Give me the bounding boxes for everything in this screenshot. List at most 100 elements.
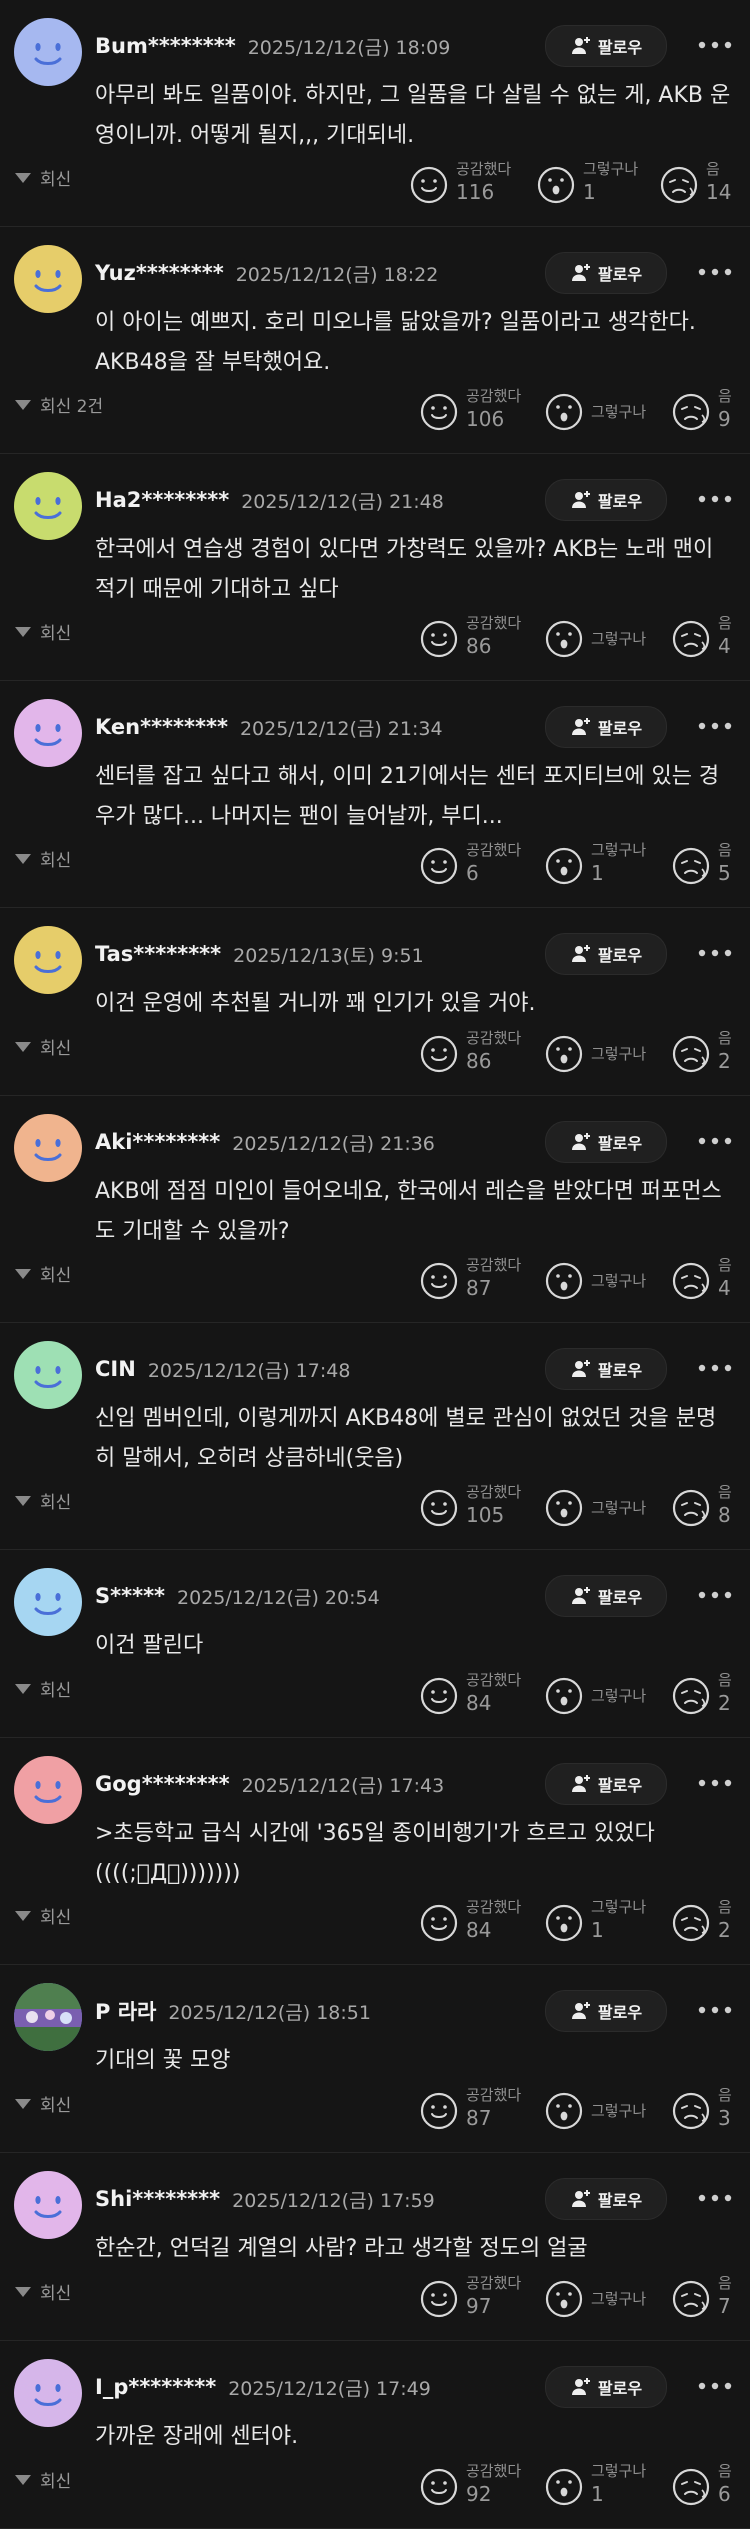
reaction-label: 공감했다	[466, 841, 522, 859]
username[interactable]: Yuz********	[95, 261, 224, 285]
avatar[interactable]	[14, 1756, 82, 1824]
avatar[interactable]	[14, 1114, 82, 1182]
avatar[interactable]	[14, 2171, 82, 2239]
comment-text: 기대의 꽃 모양	[95, 2048, 231, 2073]
follow-button[interactable]: 팔로우	[545, 2366, 667, 2408]
more-options-button[interactable]	[694, 1768, 736, 1798]
reaction-button[interactable]: 그렇구나 1	[537, 158, 638, 210]
avatar[interactable]	[14, 1341, 82, 1409]
username[interactable]: P 라라	[95, 1996, 156, 2026]
follow-button[interactable]: 팔로우	[545, 933, 667, 975]
reaction-button[interactable]: 음2	[672, 1027, 750, 1079]
reaction-button[interactable]: 공감했다 87	[420, 2084, 521, 2136]
reaction-button[interactable]: 공감했다 87	[420, 1254, 521, 1306]
more-options-button[interactable]	[694, 2183, 736, 2213]
avatar[interactable]	[14, 245, 82, 313]
username[interactable]: S*****	[95, 1584, 165, 1608]
follow-button[interactable]: 팔로우	[545, 1348, 667, 1390]
username[interactable]: Gog********	[95, 1772, 230, 1796]
avatar[interactable]	[14, 1568, 82, 1636]
reaction-button[interactable]: 공감했다 84	[420, 1669, 521, 1721]
follow-button[interactable]: 팔로우	[545, 706, 667, 748]
username[interactable]: Tas********	[95, 942, 221, 966]
username[interactable]: CIN	[95, 1357, 136, 1381]
username[interactable]: Bum********	[95, 34, 236, 58]
reaction-button[interactable]: 음9	[672, 385, 750, 437]
more-options-button[interactable]	[694, 1995, 736, 2025]
reaction-button[interactable]: 음5	[672, 839, 750, 891]
reaction-button[interactable]: 음8	[672, 1481, 750, 1533]
username[interactable]: I_p********	[95, 2375, 216, 2399]
reaction-button[interactable]: 그렇구나	[545, 1254, 646, 1306]
reaction-button[interactable]: 그렇구나	[545, 1481, 646, 1533]
follow-button[interactable]: 팔로우	[545, 1990, 667, 2032]
reply-toggle[interactable]: 회신	[14, 2279, 71, 2304]
reaction-button[interactable]: 공감했다 116	[410, 158, 511, 210]
avatar[interactable]	[14, 1983, 82, 2051]
reply-toggle[interactable]: 회신	[14, 619, 71, 644]
reaction-button[interactable]: 그렇구나	[545, 1669, 646, 1721]
reaction-button[interactable]: 그렇구나	[545, 1027, 646, 1079]
reaction-button[interactable]: 그렇구나	[545, 2084, 646, 2136]
avatar[interactable]	[14, 472, 82, 540]
reaction-button[interactable]: 공감했다 84	[420, 1896, 521, 1948]
follow-button[interactable]: 팔로우	[545, 2178, 667, 2220]
username[interactable]: Aki********	[95, 1130, 220, 1154]
reaction-button[interactable]: 음3	[672, 2084, 750, 2136]
reply-toggle[interactable]: 회신	[14, 2091, 71, 2116]
username[interactable]: Ken********	[95, 715, 228, 739]
reaction-button[interactable]: 음 14	[660, 158, 740, 210]
reaction-button[interactable]: 음2	[672, 1669, 750, 1721]
more-options-button[interactable]	[694, 1126, 736, 1156]
reaction-button[interactable]: 공감했다 105	[420, 1481, 521, 1533]
reaction-button[interactable]: 그렇구나	[545, 612, 646, 664]
follow-button[interactable]: 팔로우	[545, 1121, 667, 1163]
reaction-button[interactable]: 공감했다 97	[420, 2272, 521, 2324]
reaction-button[interactable]: 음4	[672, 1254, 750, 1306]
reply-toggle[interactable]: 회신	[14, 1034, 71, 1059]
reaction-button[interactable]: 공감했다 6	[420, 839, 521, 891]
avatar[interactable]	[14, 18, 82, 86]
reply-toggle[interactable]: 회신	[14, 2467, 71, 2492]
reaction-button[interactable]: 그렇구나 1	[545, 2460, 646, 2512]
more-options-button[interactable]	[694, 1580, 736, 1610]
more-options-button[interactable]	[694, 2371, 736, 2401]
reaction-button[interactable]: 음2	[672, 1896, 750, 1948]
avatar[interactable]	[14, 699, 82, 767]
more-options-button[interactable]	[694, 30, 736, 60]
more-dots-icon	[698, 1591, 732, 1599]
reply-toggle[interactable]: 회신	[14, 846, 71, 871]
reaction-button[interactable]: 음6	[672, 2460, 750, 2512]
follow-button[interactable]: 팔로우	[545, 252, 667, 294]
reply-toggle[interactable]: 회신	[14, 1676, 71, 1701]
reply-toggle[interactable]: 회신	[14, 165, 71, 190]
reaction-button[interactable]: 음7	[672, 2272, 750, 2324]
comment-text: >초등학교 급식 시간에 '365일 종이비행기'가 흐르고 있었다 ((((;…	[95, 1821, 655, 1886]
reaction-button[interactable]: 공감했다 92	[420, 2460, 521, 2512]
more-options-button[interactable]	[694, 484, 736, 514]
follow-button[interactable]: 팔로우	[545, 1575, 667, 1617]
reaction-button[interactable]: 그렇구나	[545, 385, 646, 437]
follow-button[interactable]: 팔로우	[545, 479, 667, 521]
reaction-button[interactable]: 그렇구나 1	[545, 1896, 646, 1948]
avatar[interactable]	[14, 926, 82, 994]
reply-toggle[interactable]: 회신	[14, 1261, 71, 1286]
reaction-button[interactable]: 공감했다 86	[420, 612, 521, 664]
avatar[interactable]	[14, 2359, 82, 2427]
reaction-button[interactable]: 그렇구나 1	[545, 839, 646, 891]
more-options-button[interactable]	[694, 1353, 736, 1383]
reaction-button[interactable]: 공감했다 106	[420, 385, 521, 437]
more-options-button[interactable]	[694, 938, 736, 968]
follow-button[interactable]: 팔로우	[545, 25, 667, 67]
reaction-button[interactable]: 공감했다 86	[420, 1027, 521, 1079]
more-options-button[interactable]	[694, 257, 736, 287]
reply-toggle[interactable]: 회신 2건	[14, 392, 103, 417]
reaction-button[interactable]: 음4	[672, 612, 750, 664]
reply-toggle[interactable]: 회신	[14, 1488, 71, 1513]
reply-toggle[interactable]: 회신	[14, 1903, 71, 1928]
username[interactable]: Shi********	[95, 2187, 220, 2211]
follow-button[interactable]: 팔로우	[545, 1763, 667, 1805]
reaction-button[interactable]: 그렇구나	[545, 2272, 646, 2324]
more-options-button[interactable]	[694, 711, 736, 741]
username[interactable]: Ha2********	[95, 488, 229, 512]
